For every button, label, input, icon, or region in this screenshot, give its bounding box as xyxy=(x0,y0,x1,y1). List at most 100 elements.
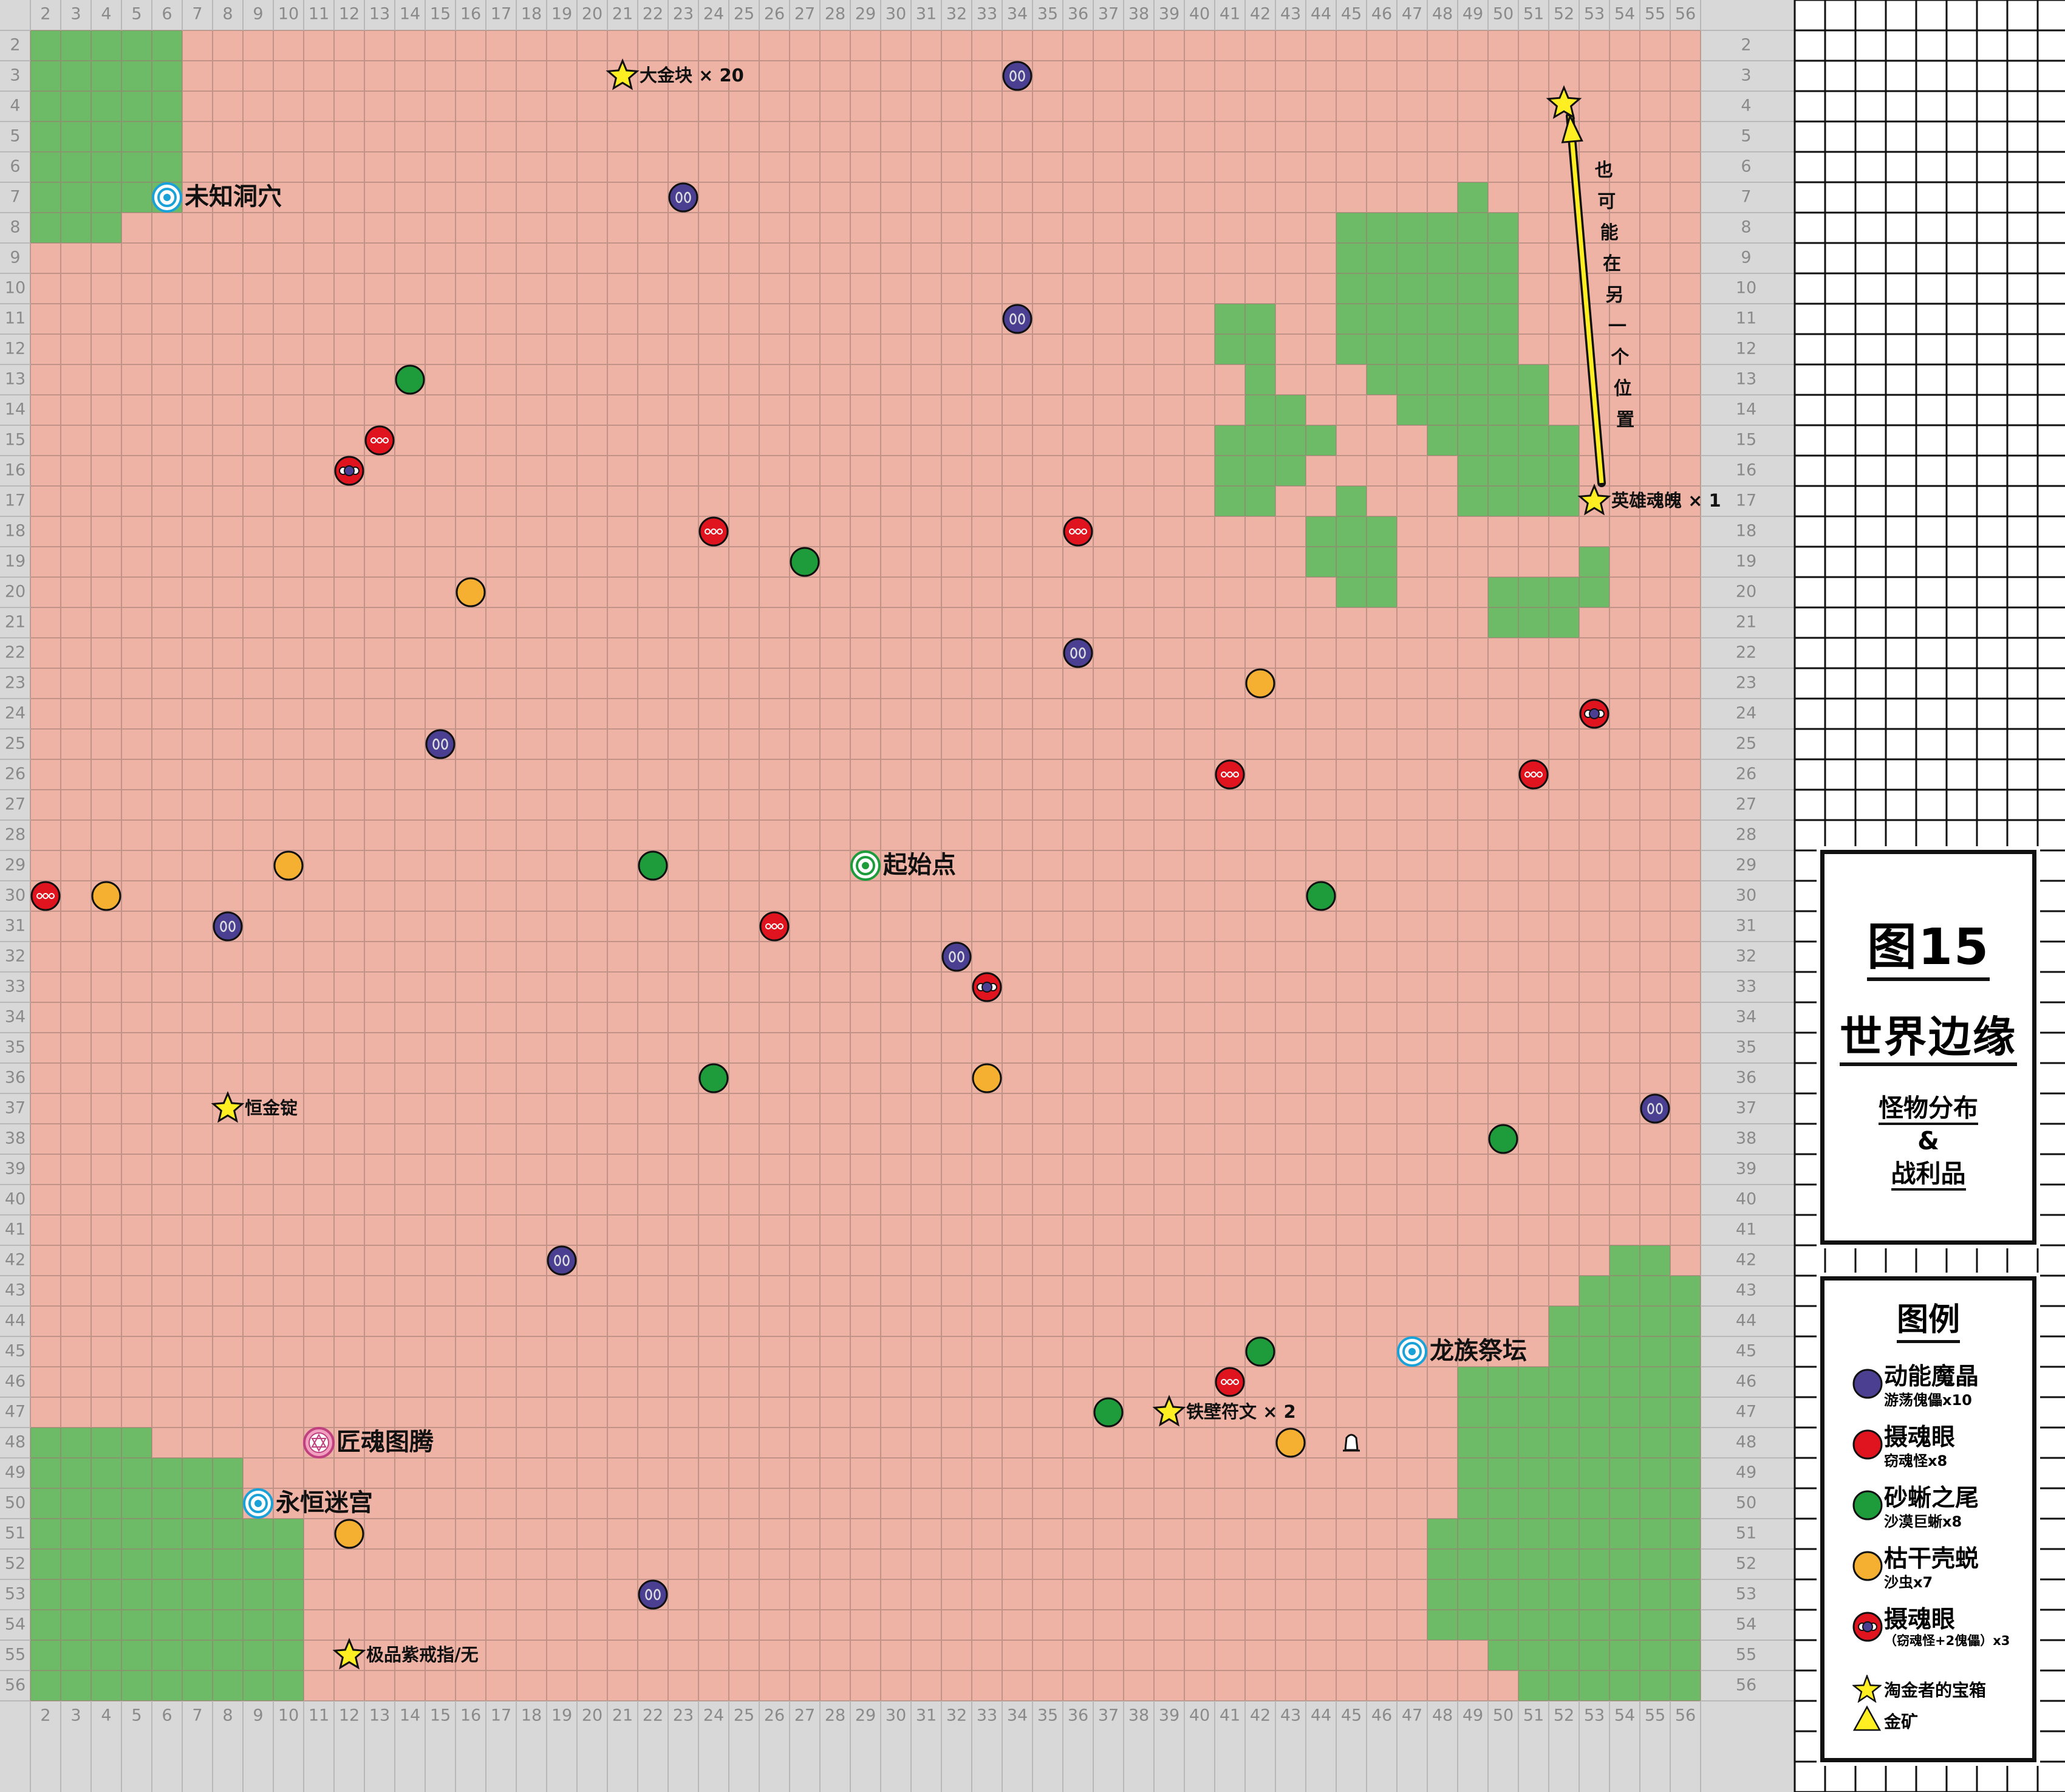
monster-tail[interactable] xyxy=(698,1063,729,1093)
monster-circle[interactable] xyxy=(91,881,121,911)
place-totem[interactable]: 匠魂图腾 xyxy=(303,1427,434,1459)
row-label: 36 xyxy=(1736,1069,1756,1087)
monster-crystal[interactable] xyxy=(213,911,243,942)
monster-combo[interactable] xyxy=(334,456,364,486)
monster-circle[interactable] xyxy=(1063,516,1093,547)
monster-eye[interactable] xyxy=(364,425,395,456)
monster-crystal[interactable] xyxy=(941,942,972,972)
monster-tail[interactable] xyxy=(1093,1397,1124,1428)
monster-circle[interactable] xyxy=(1306,881,1336,911)
monster-circle[interactable] xyxy=(1640,1093,1670,1124)
legend-item-husk: 枯干壳蜕 沙虫x7 xyxy=(1824,1539,2032,1599)
place-portal[interactable]: 未知洞穴 xyxy=(152,182,282,213)
monster-circle[interactable] xyxy=(790,547,820,577)
monster-circle[interactable] xyxy=(1275,1428,1306,1458)
monster-circle[interactable] xyxy=(1215,759,1245,790)
monster-eye[interactable] xyxy=(759,911,790,942)
monster-tail[interactable] xyxy=(1245,1336,1275,1367)
monster-eye[interactable] xyxy=(1215,759,1245,790)
row-label: 44 xyxy=(5,1312,26,1330)
monster-circle[interactable] xyxy=(1002,61,1032,91)
monster-husk[interactable] xyxy=(91,881,121,911)
monster-tail[interactable] xyxy=(638,850,668,881)
monster-crystal[interactable] xyxy=(547,1245,577,1276)
monster-husk[interactable] xyxy=(972,1063,1002,1093)
monster-eye[interactable] xyxy=(1063,516,1093,547)
monster-circle[interactable] xyxy=(395,364,425,395)
row-label: 15 xyxy=(1736,431,1756,450)
monster-circle[interactable] xyxy=(759,911,790,942)
row-label: 23 xyxy=(1736,674,1756,693)
legend-item-chest: 淘金者的宝箱 xyxy=(1824,1671,2032,1703)
monster-combo[interactable] xyxy=(972,972,1002,1002)
monster-circle[interactable] xyxy=(1002,304,1032,334)
row-label: 42 xyxy=(5,1251,26,1270)
legend-desc-eye: 窃魂怪x8 xyxy=(1884,1452,1948,1469)
monster-eye[interactable] xyxy=(1518,759,1549,790)
monster-circle[interactable] xyxy=(1245,668,1275,699)
treasure-chest-marker[interactable]: 恒金锭 xyxy=(211,1091,298,1123)
monster-tail[interactable] xyxy=(1306,881,1336,911)
monster-husk[interactable] xyxy=(456,577,486,607)
monster-circle[interactable] xyxy=(456,577,486,607)
monster-husk[interactable] xyxy=(1275,1428,1306,1458)
monster-crystal[interactable] xyxy=(638,1579,668,1610)
monster-circle[interactable] xyxy=(1245,1336,1275,1367)
monster-circle[interactable] xyxy=(972,1063,1002,1093)
row-label: 50 xyxy=(5,1494,26,1513)
monster-circle[interactable] xyxy=(668,182,698,213)
monster-husk[interactable] xyxy=(1245,668,1275,699)
monster-circle[interactable] xyxy=(425,729,456,759)
monster-circle[interactable] xyxy=(334,1519,364,1549)
monster-circle[interactable] xyxy=(30,881,61,911)
place-portal[interactable]: 龙族祭坛 xyxy=(1397,1336,1527,1367)
monster-circle[interactable] xyxy=(547,1245,577,1276)
monster-circle[interactable] xyxy=(1488,1124,1518,1154)
monster-circle[interactable] xyxy=(273,850,304,881)
monster-eye[interactable] xyxy=(30,881,61,911)
monster-husk[interactable] xyxy=(334,1519,364,1549)
monster-circle[interactable] xyxy=(1518,759,1549,790)
monster-circle[interactable] xyxy=(638,1579,668,1610)
monster-circle[interactable] xyxy=(941,942,972,972)
monster-circle[interactable] xyxy=(1215,1367,1245,1397)
column-label: 16 xyxy=(460,5,481,24)
monster-crystal[interactable] xyxy=(668,182,698,213)
row-label: 32 xyxy=(1736,947,1756,966)
monster-husk[interactable] xyxy=(273,850,304,881)
monster-circle[interactable] xyxy=(638,850,668,881)
monster-crystal[interactable] xyxy=(1063,638,1093,668)
row-label: 50 xyxy=(1736,1494,1756,1513)
monster-circle[interactable] xyxy=(213,911,243,942)
place-start[interactable]: 起始点 xyxy=(850,850,956,881)
row-label: 27 xyxy=(5,795,26,814)
monster-crystal[interactable] xyxy=(1640,1093,1670,1124)
monster-circle[interactable] xyxy=(364,425,395,456)
monster-crystal[interactable] xyxy=(425,729,456,759)
row-label: 3 xyxy=(1741,66,1751,85)
monster-tail[interactable] xyxy=(790,547,820,577)
monster-combo[interactable] xyxy=(1579,699,1609,729)
monster-tail[interactable] xyxy=(395,364,425,395)
column-label: 24 xyxy=(703,1706,724,1725)
row-label: 37 xyxy=(5,1099,26,1118)
grass-block xyxy=(1488,1640,1701,1671)
column-label: 17 xyxy=(491,5,511,24)
column-label: 42 xyxy=(1250,5,1271,24)
place-portal[interactable]: 永恒迷宫 xyxy=(243,1488,373,1519)
column-label: 49 xyxy=(1463,1706,1483,1725)
monster-crystal[interactable] xyxy=(1002,304,1032,334)
column-label: 41 xyxy=(1220,5,1240,24)
monster-circle[interactable] xyxy=(1063,638,1093,668)
monster-tail[interactable] xyxy=(1488,1124,1518,1154)
chest-label: 英雄魂魄 × 1 xyxy=(1611,490,1721,511)
monster-crystal[interactable] xyxy=(1002,61,1032,91)
monster-eye[interactable] xyxy=(698,516,729,547)
world-map[interactable]: 2233445566778899101011111212131314141515… xyxy=(0,0,2065,1792)
row-label: 5 xyxy=(10,127,20,146)
monster-circle[interactable] xyxy=(698,516,729,547)
monster-circle[interactable] xyxy=(1093,1397,1124,1428)
monster-circle[interactable] xyxy=(698,1063,729,1093)
monster-eye[interactable] xyxy=(1215,1367,1245,1397)
column-label: 56 xyxy=(1675,1706,1696,1725)
